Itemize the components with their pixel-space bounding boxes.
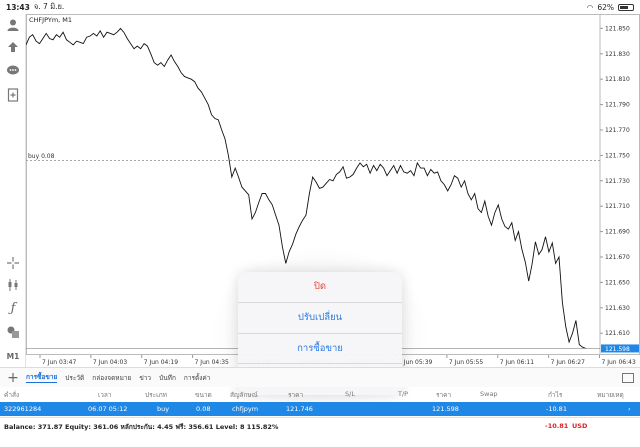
wifi-icon: ◠ [586,2,594,12]
x-tick-label: 7 Jun 06:27 [551,359,585,366]
status-time: 13:43 [6,2,30,12]
current-price-tag-label: 121.598 [605,346,630,353]
tab-mailbox[interactable]: กล่องจดหมาย [92,373,131,383]
y-tick-label: 121.690 [605,229,630,236]
y-tick-label: 121.630 [605,305,630,312]
x-tick-label: 7 Jun 04:03 [93,359,127,366]
y-tick-label: 121.670 [605,254,630,261]
col-type[interactable]: ประเภท [145,390,167,400]
table-row[interactable]: 322961284 06.07 05:12 buy 0.08 chfjpym 1… [0,402,640,416]
battery-percent: 62% [597,2,614,12]
x-tick-label: 7 Jun 05:55 [449,359,483,366]
col-profit[interactable]: กำไร [548,390,562,400]
candles-icon[interactable] [4,276,22,294]
row-current-price: 121.598 [432,405,459,413]
account-summary: Balance: 371.87 Equity: 361.06 หลักประกั… [0,417,640,447]
tab-news[interactable]: ข่าว [139,373,151,383]
col-sl[interactable]: S/L [345,390,355,398]
col-price[interactable]: ราคา [288,390,303,400]
chat-icon[interactable] [4,62,22,80]
col-tp[interactable]: T/P [398,390,408,398]
col-current-price[interactable]: ราคา [436,390,451,400]
row-time: 06.07 05:12 [88,405,128,413]
x-tick-label: 7 Jun 04:19 [144,359,178,366]
row-arrow-icon: › [628,405,631,413]
row-type: buy [157,405,170,413]
row-profit: -10.81 [546,405,567,413]
trade-icon[interactable] [4,39,22,57]
buy-line-label: buy 0.08 [28,153,55,160]
row-order: 322961284 [4,405,42,413]
crosshair-icon[interactable] [4,254,22,272]
orders-table-header: คำสั่ง เวลา ประเภท ขนาด สัญลักษณ์ ราคา S… [0,387,640,401]
col-swap[interactable]: Swap [480,390,498,398]
row-open-price: 121.746 [286,405,313,413]
layout-icon[interactable] [622,372,634,383]
new-file-icon[interactable] [4,86,22,104]
col-time[interactable]: เวลา [98,390,112,400]
y-tick-label: 121.730 [605,178,630,185]
menu-item-close[interactable]: ปิด [238,272,402,303]
x-tick-label: 7 Jun 06:11 [500,359,534,366]
y-tick-label: 121.830 [605,51,630,58]
y-tick-label: 121.770 [605,127,630,134]
col-size[interactable]: ขนาด [195,390,212,400]
battery-fill [620,5,629,9]
status-date: จ. 7 มิ.ย. [33,2,65,11]
function-icon[interactable]: ƒ [4,299,22,317]
timeframe-label[interactable]: M1 [4,347,22,365]
tab-history[interactable]: ประวัติ [65,373,84,383]
y-tick-label: 121.710 [605,203,630,210]
objects-icon[interactable] [4,323,22,341]
tab-settings[interactable]: การตั้งค่า [184,373,210,383]
y-tick-label: 121.790 [605,102,630,109]
battery-icon [618,3,634,11]
user-icon[interactable] [4,16,22,34]
menu-item-modify[interactable]: ปรับเปลี่ยน [238,303,402,334]
status-bar: 13:43 จ. 7 มิ.ย. ◠ 62% [0,0,640,14]
row-size: 0.08 [196,405,211,413]
col-symbol[interactable]: สัญลักษณ์ [230,390,258,400]
y-tick-label: 121.750 [605,152,630,159]
left-toolbar: ƒ M1 [0,14,26,367]
x-tick-label: 7 Jun 03:47 [42,359,76,366]
col-comment[interactable]: หมายเหตุ [597,390,624,400]
menu-item-trade[interactable]: การซื้อขาย [238,334,402,365]
y-tick-label: 121.650 [605,279,630,286]
tab-trade[interactable]: การซื้อขาย [26,372,58,383]
chart-symbol-label: CHFJPYm, M1 [29,16,73,24]
add-icon[interactable]: + [0,370,26,386]
row-symbol: chfjpym [232,405,259,413]
tab-journal[interactable]: บันทึก [159,373,176,383]
bottom-tabs-bar: + การซื้อขาย ประวัติ กล่องจดหมาย ข่าว บั… [0,367,640,387]
currency-label: USD [572,422,588,430]
col-order[interactable]: คำสั่ง [4,390,19,400]
y-tick-label: 121.810 [605,76,630,83]
y-tick-label: 121.610 [605,330,630,337]
status-right: ◠ 62% [587,3,634,12]
y-tick-label: 121.850 [605,25,630,32]
x-tick-label: 7 Jun 06:43 [601,359,635,366]
total-profit: -10.81 [545,422,569,430]
account-summary-text: Balance: 371.87 Equity: 361.06 หลักประกั… [4,423,279,431]
